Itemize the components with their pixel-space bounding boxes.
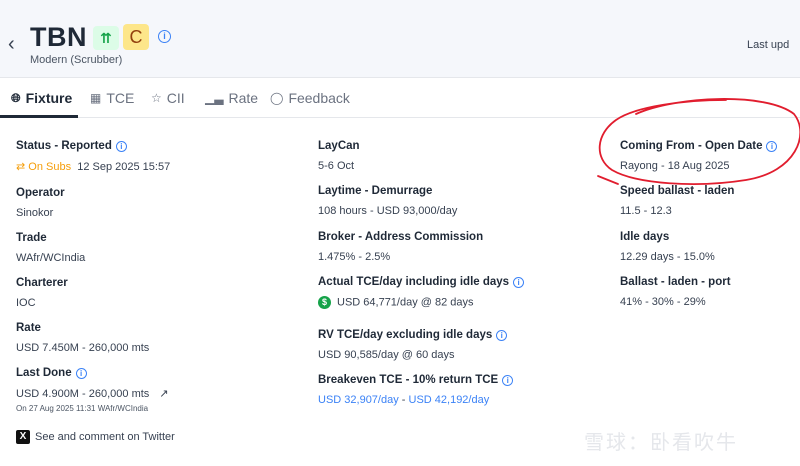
idle-days-field: Idle days 12.29 days - 15.0% [620, 231, 715, 263]
red-circle-annotation [597, 98, 800, 185]
chevron-left-icon[interactable]: ‹ [8, 34, 15, 54]
status-field: Status - Reported i ⇄ On Subs 12 Sep 2025… [16, 140, 170, 173]
rv-tce-value: USD 90,585/day @ 60 days [318, 349, 455, 361]
dollar-icon: $ [318, 296, 331, 309]
last-done-note: On 27 Aug 2025 11:31 WAfr/WCIndia [16, 404, 149, 413]
tab-tce[interactable]: ▦ TCE [90, 90, 134, 106]
star-icon: ☆ [151, 91, 162, 105]
rate-label: Rate [16, 322, 41, 334]
bar-chart-icon: ▁▃ [205, 91, 224, 105]
info-icon[interactable]: i [115, 140, 127, 152]
broker-field: Broker - Address Commission 1.475% - 2.5… [318, 231, 483, 263]
last-done-label: Last Done [16, 367, 72, 379]
grade-badge: C [123, 24, 149, 50]
tab-fixture[interactable]: 🌐︎ Fixture [11, 90, 72, 106]
ballast-label: Ballast - laden - port [620, 276, 731, 288]
operator-value: Sinokor [16, 207, 54, 219]
return-tce-link[interactable]: USD 42,192/day [409, 394, 490, 406]
operator-field: Operator Sinokor [16, 187, 65, 219]
breakeven-label: Breakeven TCE - 10% return TCE [318, 374, 499, 386]
rate-value: USD 7.450M - 260,000 mts [16, 342, 150, 354]
double-arrow-up-icon: ⇈ [93, 26, 119, 50]
ballast-field: Ballast - laden - port 41% - 30% - 29% [620, 276, 731, 308]
rv-tce-field: RV TCE/day excluding idle days i USD 90,5… [318, 329, 508, 361]
breakeven-link[interactable]: USD 32,907/day [318, 394, 399, 406]
broker-label: Broker - Address Commission [318, 231, 484, 243]
rate-field: Rate USD 7.450M - 260,000 mts [16, 322, 149, 354]
actual-tce-value: USD 64,771/day @ 82 days [337, 296, 474, 309]
laytime-value: 108 hours - USD 93,000/day [318, 205, 458, 217]
info-icon[interactable]: i [502, 374, 514, 386]
tab-rate[interactable]: ▁▃ Rate [205, 90, 258, 106]
ballast-value: 41% - 30% - 29% [620, 296, 706, 308]
idle-label: Idle days [620, 231, 670, 243]
last-done-value: USD 4.900M - 260,000 mts [16, 388, 150, 400]
comment-icon: ◯ [270, 91, 284, 105]
actual-tce-field: Actual TCE/day including idle days i $ USD… [318, 276, 525, 309]
charterer-value: IOC [16, 297, 36, 309]
info-icon[interactable]: i [513, 276, 525, 288]
status-date: 12 Sep 2025 15:57 [77, 161, 171, 173]
broker-value: 1.475% - 2.5% [318, 251, 391, 263]
tab-feedback[interactable]: ◯ Feedback [270, 90, 350, 106]
actual-tce-label: Actual TCE/day including idle days [318, 276, 510, 288]
status-label: Status - Reported [16, 140, 112, 152]
status-badge-text: On Subs [28, 161, 72, 173]
trade-field: Trade WAfr/WCIndia [16, 232, 85, 264]
last-updated: Last upd [747, 39, 790, 51]
breakeven-separator: - [398, 394, 409, 406]
laycan-label: LayCan [318, 140, 360, 152]
charterer-field: Charterer IOC [16, 277, 68, 309]
info-icon[interactable]: i [75, 367, 87, 379]
charterer-label: Charterer [16, 277, 68, 289]
rv-tce-label: RV TCE/day excluding idle days [318, 329, 493, 341]
watermark: 雪球：卧看吹牛 [584, 432, 738, 454]
operator-label: Operator [16, 187, 65, 199]
info-icon[interactable]: i [496, 329, 508, 341]
external-link-icon[interactable]: ↗ [159, 387, 168, 400]
twitter-share[interactable]: X See and comment on Twitter [16, 430, 175, 444]
laytime-label: Laytime - Demurrage [318, 185, 433, 197]
tab-label: Fixture [25, 90, 73, 106]
trade-value: WAfr/WCIndia [16, 252, 86, 264]
vessel-header: ‹ TBN ⇈ C i Modern (Scrubber) Last upd [0, 0, 800, 78]
laycan-value: 5-6 Oct [318, 160, 355, 172]
idle-value: 12.29 days - 15.0% [620, 251, 715, 263]
vessel-type: Modern (Scrubber) [30, 54, 123, 66]
vessel-name: TBN [30, 22, 87, 52]
tab-label: Feedback [288, 90, 350, 106]
tab-label: Rate [228, 90, 259, 106]
speed-value: 11.5 - 12.3 [620, 205, 672, 217]
active-tab-indicator [0, 115, 78, 118]
laycan-field: LayCan 5-6 Oct [318, 140, 360, 172]
info-icon[interactable]: i [158, 30, 171, 43]
globe-icon: 🌐︎ [11, 90, 21, 105]
trade-label: Trade [16, 232, 47, 244]
laytime-field: Laytime - Demurrage 108 hours - USD 93,0… [318, 185, 457, 217]
twitter-text: See and comment on Twitter [35, 431, 175, 443]
last-done-field: Last Done i USD 4.900M - 260,000 mts ↗ On … [16, 367, 169, 413]
on-subs-badge: ⇄ On Subs [16, 161, 72, 173]
x-logo-icon: X [16, 430, 30, 444]
tab-cii[interactable]: ☆ CII [151, 90, 185, 106]
tab-label: TCE [106, 90, 135, 106]
tab-label: CII [166, 90, 185, 106]
breakeven-field: Breakeven TCE - 10% return TCE i USD 32,9… [318, 374, 514, 406]
grid-icon: ▦ [90, 91, 102, 105]
